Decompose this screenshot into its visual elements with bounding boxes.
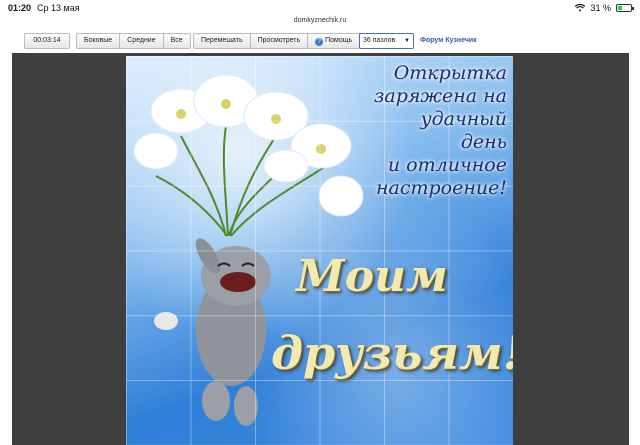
shuffle-button[interactable]: Перемешать: [193, 33, 251, 49]
address-bar[interactable]: domkyznechik.ru: [0, 17, 640, 24]
card-title-line1: Моим: [296, 251, 448, 302]
timer-display: 00:03:14: [24, 33, 70, 49]
action-group: Перемешать Просмотреть ? Помощь: [193, 33, 361, 49]
status-bar: 01:20 Ср 13 мая 31 %: [0, 0, 640, 18]
view-filter-group: Боковые Средние Все: [76, 33, 191, 49]
help-label: Помощь: [325, 37, 353, 44]
puzzle-stage: Открытка заряжена на удачный день и отли…: [12, 53, 629, 445]
battery-icon: [616, 4, 634, 12]
wifi-icon: [575, 4, 586, 12]
help-icon: ?: [315, 38, 324, 46]
greeting-line: и отличное: [387, 154, 507, 176]
greeting-line: Открытка: [393, 62, 507, 84]
greeting-line: заряжена на: [374, 85, 507, 107]
card-greeting-text: Открытка заряжена на удачный день и отли…: [277, 62, 507, 200]
all-pieces-button[interactable]: Все: [163, 33, 191, 49]
puzzle-toolbar: 00:03:14 Боковые Средние Все Перемешать …: [0, 28, 640, 52]
status-right: 31 %: [575, 3, 634, 13]
greeting-line: день: [460, 131, 507, 153]
greeting-line: удачный: [420, 108, 507, 130]
pieces-count-select[interactable]: 36 пазлов ▼: [359, 33, 414, 49]
forum-link[interactable]: Форум Кузнечик: [420, 37, 477, 44]
chevron-down-icon: ▼: [404, 38, 410, 44]
puzzle-board[interactable]: Открытка заряжена на удачный день и отли…: [126, 56, 513, 445]
status-time: 01:20: [8, 3, 32, 13]
battery-percent: 31 %: [590, 3, 611, 13]
preview-button[interactable]: Просмотреть: [250, 33, 309, 49]
middle-pieces-button[interactable]: Средние: [120, 33, 164, 49]
help-button[interactable]: ? Помощь: [308, 33, 361, 49]
card-title-line2: друзьям!: [271, 326, 513, 380]
pieces-count-value: 36 пазлов: [363, 37, 396, 44]
greeting-line: настроение!: [376, 177, 507, 199]
edge-pieces-button[interactable]: Боковые: [76, 33, 121, 49]
status-date: Ср 13 мая: [37, 3, 80, 13]
